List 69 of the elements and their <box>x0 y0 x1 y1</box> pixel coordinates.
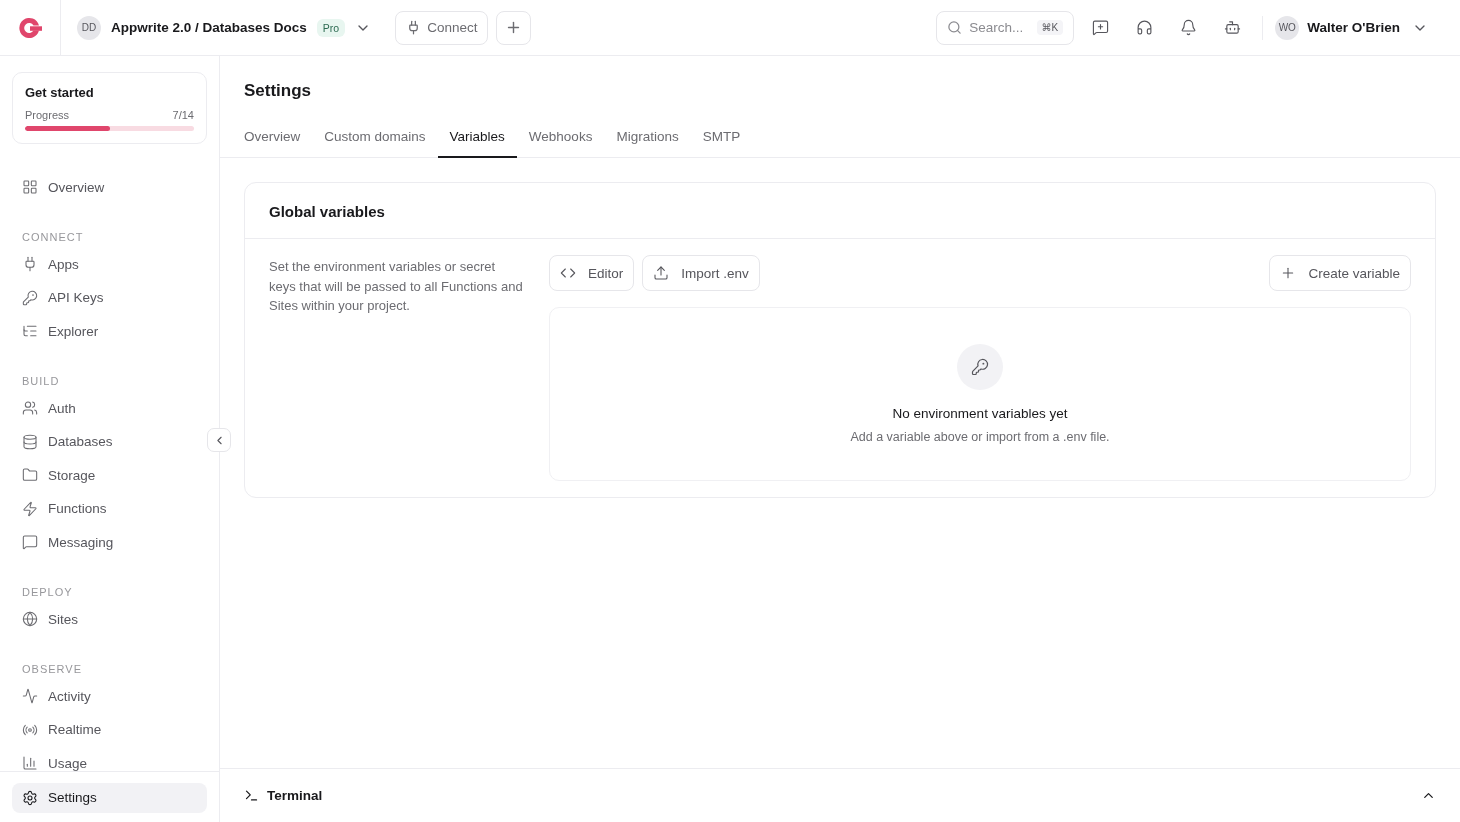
globe-icon <box>22 611 38 627</box>
progress-count: 7/14 <box>172 109 194 121</box>
sidebar-item[interactable]: Activity <box>12 681 207 711</box>
terminal-label: Terminal <box>267 788 323 803</box>
connect-button[interactable]: Connect <box>395 10 489 45</box>
card-title: Global variables <box>269 203 385 220</box>
key-icon <box>957 344 1003 390</box>
section-heading: CONNECT <box>21 231 85 243</box>
terminal-icon <box>244 788 259 803</box>
card-description: Set the environment variables or secret keys that will be passed to all Functions and Sites within your project. <box>269 258 524 315</box>
tab[interactable]: Custom domains <box>312 121 438 158</box>
bar-chart-icon <box>22 755 38 771</box>
terminal-bar[interactable]: Terminal <box>220 768 1460 822</box>
list-icon <box>22 323 38 339</box>
tab[interactable]: Webhooks <box>516 121 605 158</box>
card-title: Get started <box>25 85 95 100</box>
upload-icon <box>653 265 670 281</box>
sidebar-item[interactable]: API Keys <box>12 282 207 313</box>
search-field[interactable]: Search... ⌘K <box>936 10 1075 45</box>
sidebar-item[interactable]: Usage <box>12 748 207 771</box>
sidebar-item[interactable]: Databases <box>12 426 207 457</box>
bell-icon <box>1179 19 1197 36</box>
editor-button[interactable]: Editor <box>549 255 635 291</box>
get-started-card[interactable]: Get started Progress 7/14 <box>12 72 207 144</box>
section-heading: DEPLOY <box>21 586 74 598</box>
headphones-icon <box>1135 19 1153 36</box>
section-heading: OBSERVE <box>21 663 83 675</box>
import-button[interactable]: Import .env <box>642 255 760 291</box>
sidebar-item[interactable]: Overview <box>12 172 207 202</box>
sidebar-item[interactable]: Sites <box>12 604 207 634</box>
progress-label: Progress <box>25 109 70 121</box>
sidebar-item[interactable]: Functions <box>12 493 207 524</box>
search-icon <box>947 20 963 35</box>
database-icon <box>22 433 38 450</box>
empty-title: No environment variables yet <box>892 406 1068 421</box>
key-icon <box>22 289 38 306</box>
sidebar-item[interactable]: Apps <box>12 249 207 279</box>
sidebar-item[interactable]: Explorer <box>12 316 207 346</box>
project-avatar: DD <box>77 15 101 40</box>
tab[interactable]: Overview <box>232 121 313 158</box>
tab[interactable]: Variables <box>437 121 517 158</box>
pulse-icon <box>22 688 38 704</box>
collapse-sidebar-button[interactable] <box>207 428 231 452</box>
tab[interactable]: Migrations <box>604 121 691 158</box>
plug-icon <box>22 256 38 272</box>
folder-icon <box>22 467 38 483</box>
message-plus-icon <box>1091 19 1109 36</box>
grid-icon <box>22 179 38 195</box>
robot-icon <box>1223 19 1241 36</box>
sidebar-item[interactable]: Realtime <box>12 714 207 745</box>
create-variable-button[interactable]: Create variable <box>1269 255 1411 291</box>
sidebar-item[interactable]: Storage <box>12 460 207 490</box>
empty-subtitle: Add a variable above or import from a .env file. <box>850 430 1110 444</box>
plan-badge: Pro <box>316 18 346 37</box>
project-name[interactable]: Appwrite 2.0 / Databases Docs <box>111 20 307 35</box>
shortcut-hint: ⌘K <box>1036 20 1064 35</box>
page-title: Settings <box>243 80 313 101</box>
message-icon <box>22 534 38 550</box>
settings-icon <box>22 789 38 806</box>
sidebar-item[interactable]: Auth <box>12 393 207 423</box>
lightning-icon <box>22 500 38 517</box>
sidebar-item[interactable]: Messaging <box>12 527 207 557</box>
sidebar-item[interactable]: Settings <box>12 782 207 813</box>
code-icon <box>560 265 576 281</box>
user-name[interactable]: Walter O'Brien <box>1307 20 1400 35</box>
section-heading: BUILD <box>21 375 61 387</box>
users-icon <box>22 400 38 416</box>
user-avatar: WO <box>1275 15 1300 40</box>
tab[interactable]: SMTP <box>690 121 753 158</box>
